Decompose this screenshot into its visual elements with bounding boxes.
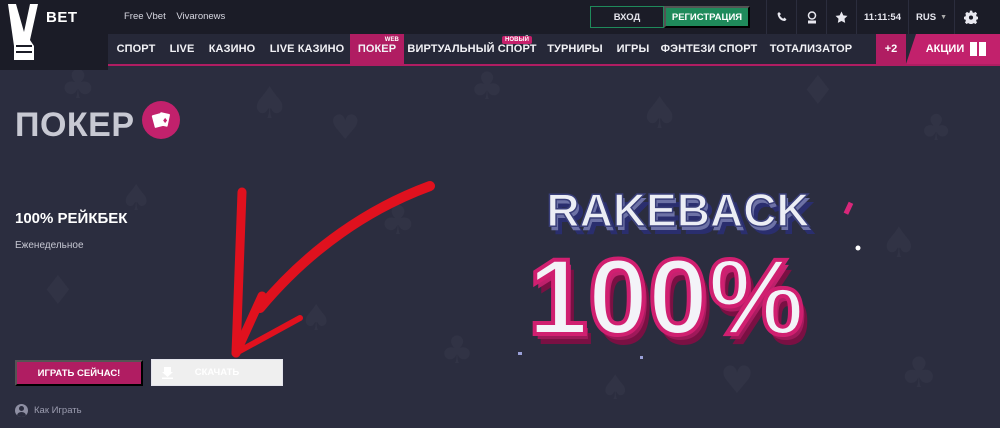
new-badge: НОВЫЙ bbox=[501, 36, 532, 44]
nav-item-label: ВИРТУАЛЬНЫЙ СПОРТ bbox=[407, 43, 537, 55]
nav-item-label: ИГРЫ bbox=[616, 43, 650, 55]
top-bar: Free Vbet Vivaronews ВХОД РЕГИСТРАЦИЯ 11… bbox=[0, 0, 1000, 34]
top-link-free-vbet[interactable]: Free Vbet bbox=[124, 11, 166, 22]
nav-item-label: ПОКЕР bbox=[357, 43, 397, 55]
language-select[interactable]: RUS ▼ bbox=[908, 0, 954, 34]
nav-item-totalizator[interactable]: ТОТАЛИЗАТОР bbox=[762, 34, 860, 64]
promotions-label: АКЦИИ bbox=[925, 43, 965, 55]
download-icon bbox=[162, 367, 173, 379]
nav-item-live[interactable]: LIVE bbox=[164, 34, 200, 64]
nav-item-live-casino[interactable]: LIVE КАЗИНО bbox=[264, 34, 350, 64]
clock: 11:11:54 bbox=[856, 0, 908, 34]
logo-text: BET bbox=[46, 9, 78, 26]
nav-item-sport[interactable]: СПОРТ bbox=[108, 34, 164, 64]
nav-item-label: ТУРНИРЫ bbox=[547, 43, 603, 55]
nav-item-label: ТОТАЛИЗАТОР bbox=[769, 43, 853, 55]
user-icon bbox=[15, 404, 28, 417]
star-icon[interactable] bbox=[826, 0, 856, 34]
support-icon[interactable] bbox=[796, 0, 826, 34]
login-button[interactable]: ВХОД bbox=[590, 6, 664, 28]
promotions-button[interactable]: АКЦИИ bbox=[906, 34, 1000, 64]
register-button[interactable]: РЕГИСТРАЦИЯ bbox=[664, 6, 750, 28]
nav-item-label: ФЭНТЕЗИ СПОРТ bbox=[660, 43, 758, 55]
vbet-hand-icon bbox=[8, 4, 38, 60]
download-label: СКАЧАТЬ bbox=[194, 367, 240, 378]
svg-text:♦: ♦ bbox=[162, 117, 168, 125]
hero-banner: ♣ ♠ ♥ ♣ ♠ ♦ ♣ ♠ ♣ ♠ ♦ ♠ ♣ ♥ ♣ ♠ ПОКЕР ♦ … bbox=[15, 68, 953, 417]
nav-item-fantasy-sport[interactable]: ФЭНТЕЗИ СПОРТ bbox=[656, 34, 762, 64]
nav-item-games[interactable]: ИГРЫ bbox=[610, 34, 656, 64]
promo-title: 100% РЕЙКБЕК bbox=[15, 210, 128, 227]
arrow-graphic bbox=[231, 181, 435, 358]
download-button[interactable]: СКАЧАТЬ bbox=[151, 359, 283, 386]
page-title: ПОКЕР bbox=[15, 106, 135, 144]
logo[interactable]: BET bbox=[0, 0, 108, 70]
gear-icon[interactable] bbox=[954, 0, 986, 34]
nav-item-label: LIVE КАЗИНО bbox=[269, 43, 345, 55]
how-to-play-link[interactable]: Как Играть bbox=[15, 404, 82, 417]
main-nav: СПОРТ LIVE КАЗИНО LIVE КАЗИНО ПОКЕР WEB … bbox=[0, 34, 1000, 66]
rakeback-text: RAKEBACK bbox=[546, 184, 809, 236]
promo-subtitle: Еженедельное bbox=[15, 240, 84, 251]
more-nav-button[interactable]: +2 bbox=[876, 34, 906, 64]
nav-item-tournaments[interactable]: ТУРНИРЫ bbox=[540, 34, 610, 64]
nav-item-casino[interactable]: КАЗИНО bbox=[200, 34, 264, 64]
nav-item-label: LIVE bbox=[169, 43, 195, 55]
rakeback-banner: RAKEBACK RAKEBACK RAKEBACK 100% 100% 100… bbox=[518, 183, 861, 367]
language-label: RUS bbox=[916, 11, 937, 23]
web-badge: WEB bbox=[384, 37, 399, 43]
phone-icon[interactable] bbox=[766, 0, 796, 34]
nav-item-virtual-sport[interactable]: ВИРТУАЛЬНЫЙ СПОРТ НОВЫЙ bbox=[404, 34, 540, 64]
nav-item-poker[interactable]: ПОКЕР WEB bbox=[350, 34, 404, 64]
percent-text: 100% bbox=[528, 236, 804, 357]
nav-item-label: КАЗИНО bbox=[208, 43, 256, 55]
top-links: Free Vbet Vivaronews bbox=[124, 11, 233, 22]
chevron-down-icon: ▼ bbox=[940, 13, 947, 21]
how-to-play-label: Как Играть bbox=[34, 405, 82, 416]
gift-icon bbox=[970, 42, 987, 56]
cards-icon: ♦ bbox=[142, 101, 180, 139]
nav-item-label: СПОРТ bbox=[116, 43, 156, 55]
play-now-button[interactable]: ИГРАТЬ СЕЙЧАС! bbox=[15, 360, 143, 386]
top-link-vivaronews[interactable]: Vivaronews bbox=[176, 11, 225, 22]
